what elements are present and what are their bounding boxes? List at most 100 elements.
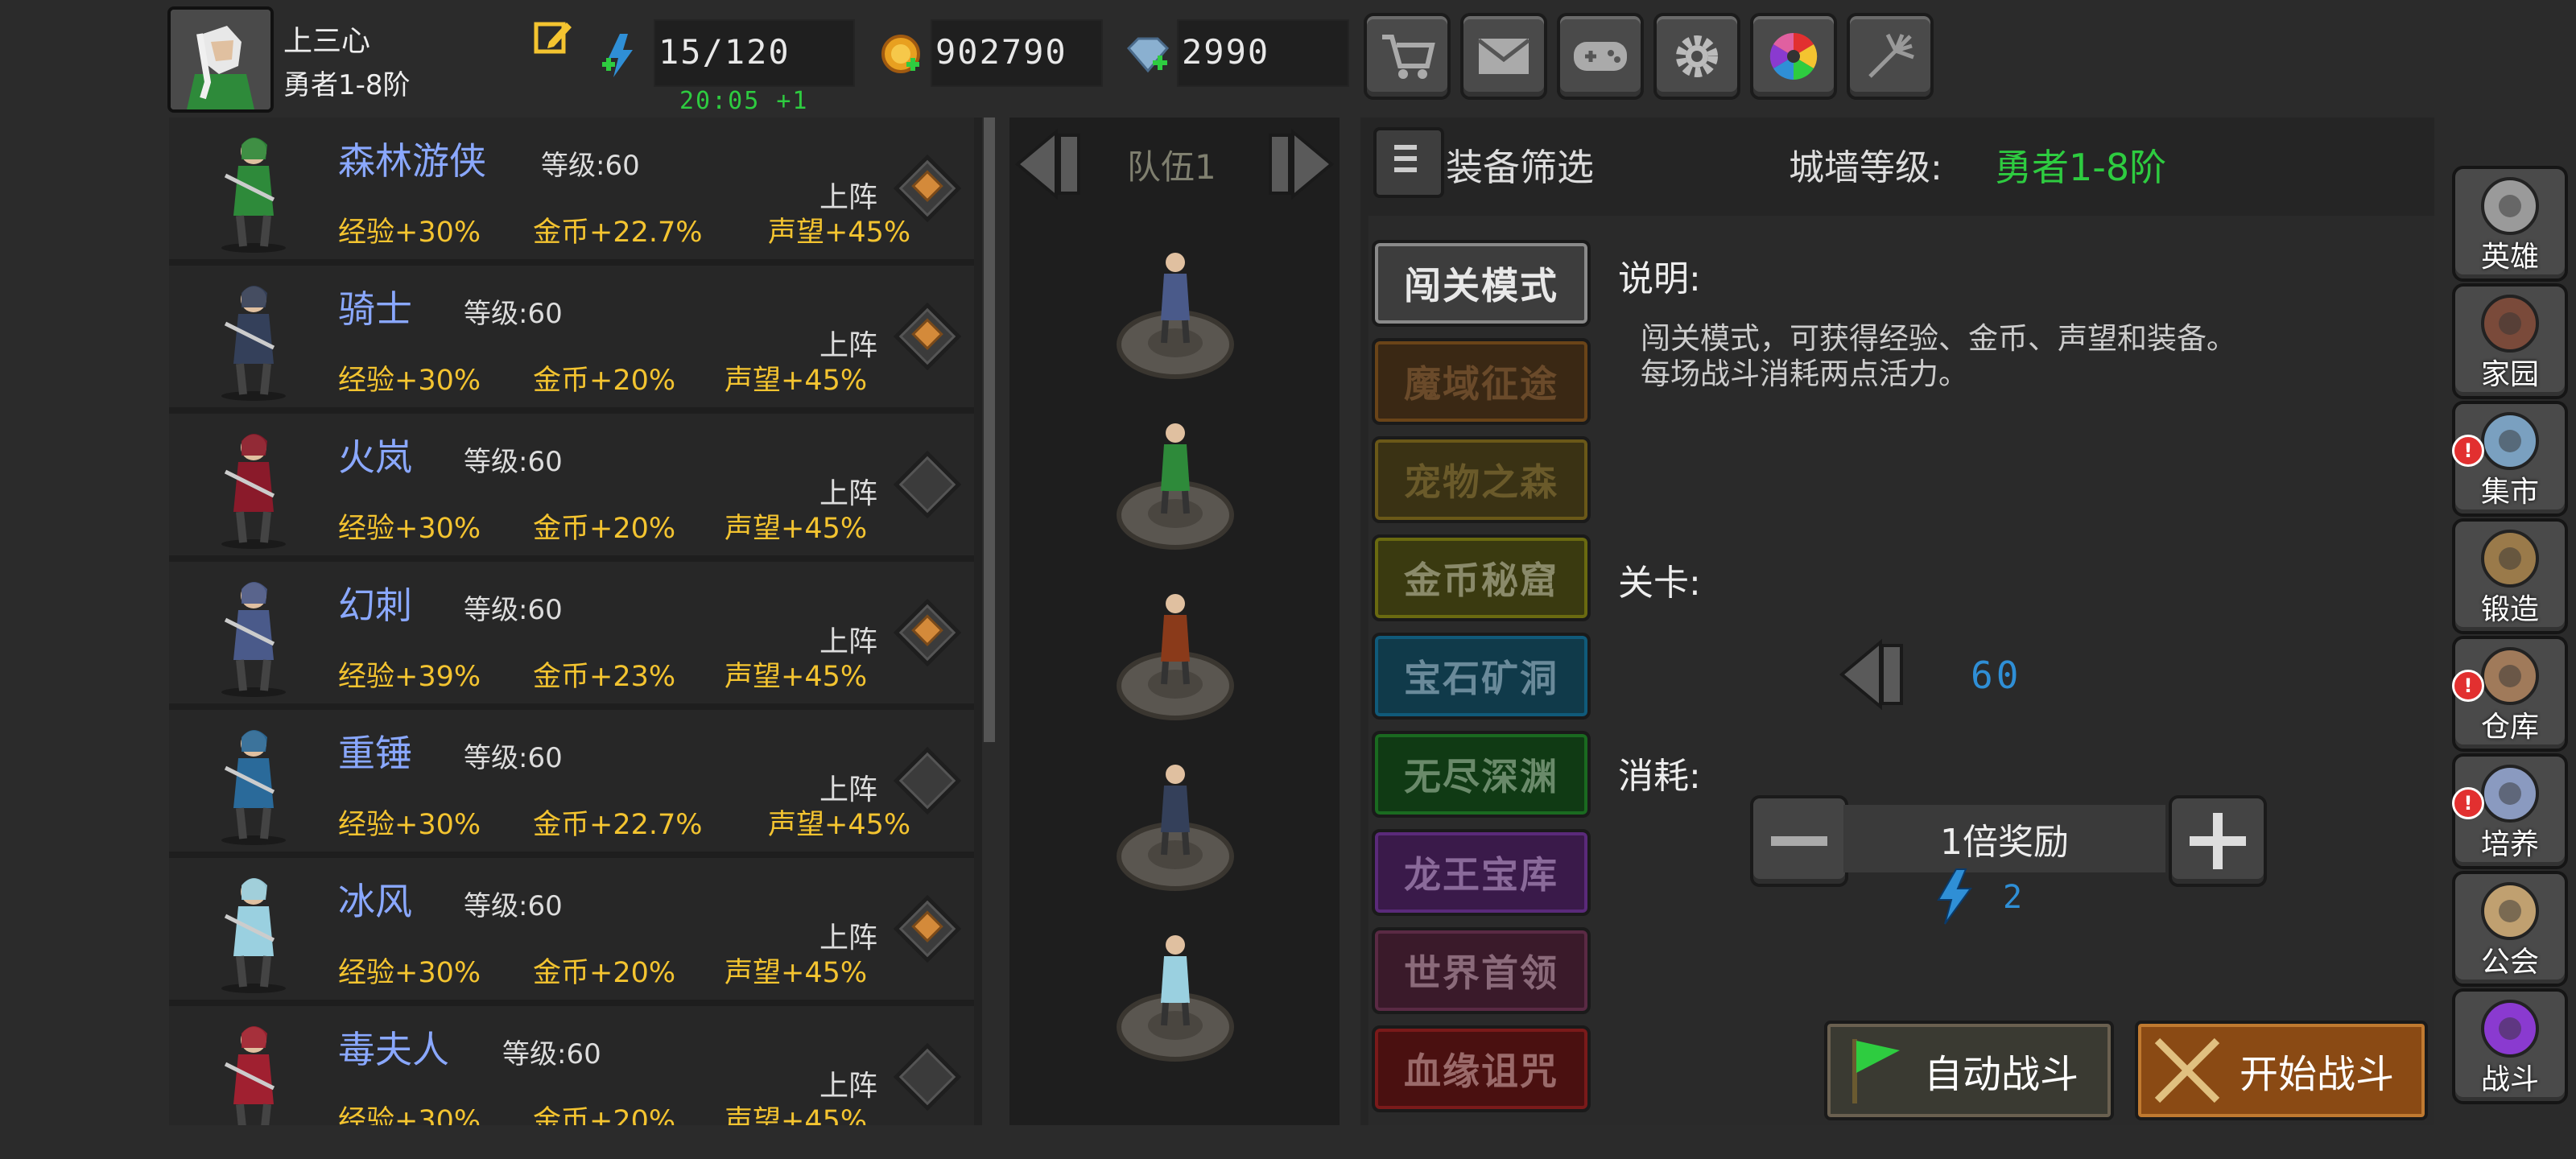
hero-name: 毒夫人: [338, 1028, 449, 1071]
hero-level: 等级:60: [502, 1038, 601, 1070]
hero-row[interactable]: 冰风 等级:60 经验+30% 金币+20% 声望+45% 上阵: [169, 858, 974, 1006]
side-nav-market[interactable]: ! 集市: [2452, 401, 2568, 517]
hero-gold-bonus: 金币+20%: [533, 513, 676, 545]
hero-deploy-toggle[interactable]: [893, 598, 962, 667]
side-nav-label: 培养: [2480, 828, 2539, 861]
side-nav-chalice[interactable]: ! 培养: [2452, 753, 2568, 869]
hero-row[interactable]: 森林游侠 等级:60 经验+30% 金币+22.7% 声望+45% 上阵: [169, 118, 974, 266]
team-label: 队伍1: [1127, 147, 1216, 187]
team-prev-button[interactable]: [1009, 126, 1087, 203]
hero-deploy-toggle[interactable]: [893, 302, 962, 371]
description-title: 说明:: [1618, 258, 1701, 299]
mode-button[interactable]: 龙王宝库: [1372, 829, 1591, 916]
hero-deploy-label: 上阵: [819, 181, 877, 214]
cart-icon: [1382, 35, 1435, 79]
hero-portrait-icon: [224, 1026, 275, 1125]
player-portrait-icon: [171, 10, 270, 109]
gem-icon: [1124, 35, 1172, 76]
hero-name: 骑士: [338, 287, 412, 331]
team-slot[interactable]: [1111, 765, 1240, 891]
hero-deploy-toggle[interactable]: [893, 450, 962, 519]
reward-multiplier: 1倍奖励: [1843, 805, 2165, 872]
mail-button[interactable]: [1460, 13, 1547, 100]
hero-gold-bonus: 金币+23%: [533, 661, 676, 693]
hero-exp-bonus: 经验+30%: [338, 217, 481, 249]
color-button[interactable]: [1750, 13, 1837, 100]
side-nav-castle[interactable]: 家园: [2452, 283, 2568, 399]
mode-button[interactable]: 世界首领: [1372, 927, 1591, 1014]
hero-deploy-toggle[interactable]: [893, 894, 962, 963]
side-nav-portal[interactable]: 战斗: [2452, 988, 2568, 1104]
team-member-icon: [1117, 423, 1234, 550]
arrow-right-icon: [1269, 128, 1335, 200]
shop-button[interactable]: [1364, 13, 1451, 100]
energy-cost-value: 2: [2003, 879, 2023, 916]
side-nav-guild[interactable]: 公会: [2452, 871, 2568, 987]
hero-deploy-toggle[interactable]: [893, 1042, 962, 1112]
cost-title: 消耗:: [1618, 756, 1701, 797]
stage-prev-button[interactable]: [1835, 636, 1913, 713]
mode-button[interactable]: 宠物之森: [1372, 436, 1591, 523]
hero-row[interactable]: 骑士 等级:60 经验+30% 金币+20% 声望+45% 上阵: [169, 266, 974, 414]
auto-battle-button[interactable]: 自动战斗: [1824, 1021, 2114, 1120]
alert-icon: !: [2452, 435, 2484, 467]
team-slot[interactable]: [1111, 935, 1240, 1062]
player-rank: 勇者1-8阶: [283, 69, 411, 101]
team-slot[interactable]: [1111, 423, 1240, 550]
mode-button[interactable]: 宝石矿洞: [1372, 633, 1591, 720]
hero-gold-bonus: 金币+20%: [533, 365, 676, 397]
mode-button[interactable]: 无尽深渊: [1372, 731, 1591, 818]
stage-title: 关卡:: [1618, 563, 1701, 604]
hero-row[interactable]: 火岚 等级:60 经验+30% 金币+20% 声望+45% 上阵: [169, 414, 974, 562]
arrow-left-icon: [1014, 128, 1080, 200]
crossed-swords-icon: [2154, 1037, 2220, 1103]
side-nav-storage[interactable]: ! 仓库: [2452, 636, 2568, 752]
hero-level: 等级:60: [464, 890, 563, 922]
mode-button[interactable]: 血缘诅咒: [1372, 1025, 1591, 1112]
hero-row[interactable]: 重锤 等级:60 经验+30% 金币+22.7% 声望+45% 上阵: [169, 710, 974, 858]
stage-value: 60: [1971, 654, 2022, 697]
mode-button[interactable]: 闯关模式: [1372, 240, 1591, 327]
hero-deploy-label: 上阵: [819, 773, 877, 806]
energy-value: 15/120: [658, 32, 791, 72]
hero-deploy-label: 上阵: [819, 922, 877, 955]
energy-icon: [601, 32, 641, 79]
side-nav-label: 仓库: [2480, 711, 2539, 744]
team-member-icon: [1117, 765, 1234, 891]
hero-level: 等级:60: [464, 594, 563, 626]
hero-list-scrollbar[interactable]: [984, 118, 995, 742]
team-next-button[interactable]: [1262, 126, 1340, 203]
equipment-filter-button[interactable]: [1373, 127, 1444, 198]
side-nav-label: 英雄: [2480, 241, 2539, 274]
hero-exp-bonus: 经验+30%: [338, 513, 481, 545]
hero-name: 森林游侠: [338, 139, 486, 183]
hero-name: 火岚: [338, 435, 412, 479]
arrow-left-icon: [1839, 638, 1903, 711]
minigame-button[interactable]: [1557, 13, 1644, 100]
edit-icon[interactable]: [531, 16, 573, 58]
hero-list[interactable]: 森林游侠 等级:60 经验+30% 金币+22.7% 声望+45% 上阵 骑士 …: [169, 118, 982, 1125]
mode-button[interactable]: 金币秘窟: [1372, 534, 1591, 621]
decrease-reward-button[interactable]: [1750, 795, 1848, 887]
team-slot[interactable]: [1111, 253, 1240, 379]
start-battle-label: 开始战斗: [2240, 1052, 2395, 1097]
mode-button[interactable]: 魔域征途: [1372, 338, 1591, 425]
hero-portrait-icon: [221, 878, 286, 993]
side-nav-anvil[interactable]: 锻造: [2452, 518, 2568, 634]
hero-gold-bonus: 金币+22.7%: [533, 217, 703, 249]
side-nav-label: 家园: [2480, 358, 2539, 391]
hero-name: 重锤: [338, 732, 412, 775]
increase-reward-button[interactable]: [2169, 795, 2267, 887]
team-slot[interactable]: [1111, 594, 1240, 720]
hero-name: 冰风: [338, 880, 412, 923]
start-battle-button[interactable]: 开始战斗: [2135, 1021, 2428, 1120]
hero-row[interactable]: 幻刺 等级:60 经验+39% 金币+23% 声望+45% 上阵: [169, 562, 974, 710]
hero-level: 等级:60: [464, 742, 563, 774]
mail-icon: [1477, 39, 1530, 74]
hero-row[interactable]: 毒夫人 等级:60 经验+30% 金币+20% 声望+45% 上阵: [169, 1006, 974, 1125]
hero-portrait-icon: [221, 582, 286, 697]
settings-button[interactable]: [1653, 13, 1740, 100]
fireworks-button[interactable]: [1847, 13, 1934, 100]
side-nav-helmet[interactable]: 英雄: [2452, 166, 2568, 282]
player-avatar[interactable]: [167, 6, 274, 113]
